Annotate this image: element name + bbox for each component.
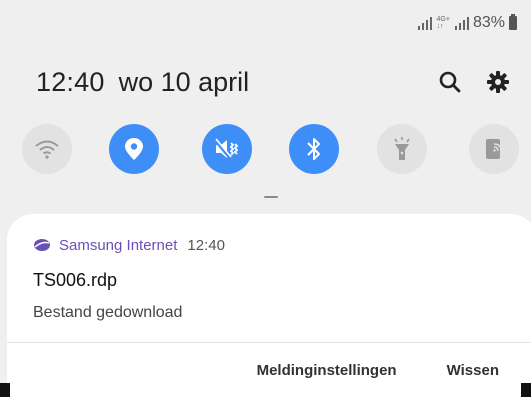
panel-header: 12:40 wo 10 april [36,62,511,102]
search-icon[interactable] [437,69,463,95]
network-type: 4G+ ↓↑ [437,16,450,30]
notification-time: 12:40 [187,236,225,254]
notification-settings-button[interactable]: Meldinginstellingen [257,362,397,379]
battery-icon [509,14,517,30]
panel-expand-handle[interactable] [264,196,278,198]
toggle-sound-mode[interactable] [202,124,252,174]
network-type-label: 4G+ [436,16,450,23]
clear-button[interactable]: Wissen [447,362,499,379]
toggle-screen-mirror[interactable] [469,124,519,174]
toggle-bluetooth[interactable] [289,124,339,174]
notification-card[interactable]: Samsung Internet 12:40 TS006.rdp Bestand… [7,214,531,397]
notification-panel: 4G+ ↓↑ 83% 12:40 wo 10 april Samsung Int… [0,0,531,397]
notification-app-row: Samsung Internet 12:40 [33,236,225,254]
notification-title: TS006.rdp [33,270,118,290]
gear-icon[interactable] [485,69,511,95]
quick-settings-toggles [22,124,531,180]
samsung-internet-icon [34,239,50,251]
notification-divider [7,342,531,343]
toggle-flashlight[interactable] [377,124,427,174]
notification-app-name: Samsung Internet [59,236,178,254]
screen-corner-right [521,383,531,397]
date[interactable]: wo 10 april [119,67,250,98]
battery-percent: 83% [472,14,505,31]
location-icon [125,138,143,160]
wifi-icon [35,140,59,159]
signal-icon [417,16,432,30]
network-activity-arrows: ↓↑ [436,23,444,30]
signal-icon-2 [454,16,469,30]
cast-icon [486,139,502,159]
toggle-location[interactable] [109,124,159,174]
status-bar: 4G+ ↓↑ 83% [417,14,517,32]
clock[interactable]: 12:40 [36,67,105,98]
screen-corner-left [0,383,10,397]
header-actions [437,69,511,95]
vibrate-icon [213,138,239,159]
bluetooth-icon [307,138,320,160]
notification-text: Bestand gedownload [33,304,183,321]
flashlight-icon [394,137,410,160]
notification-actions: Meldinginstellingen Wissen [257,362,499,379]
toggle-wifi[interactable] [22,124,72,174]
